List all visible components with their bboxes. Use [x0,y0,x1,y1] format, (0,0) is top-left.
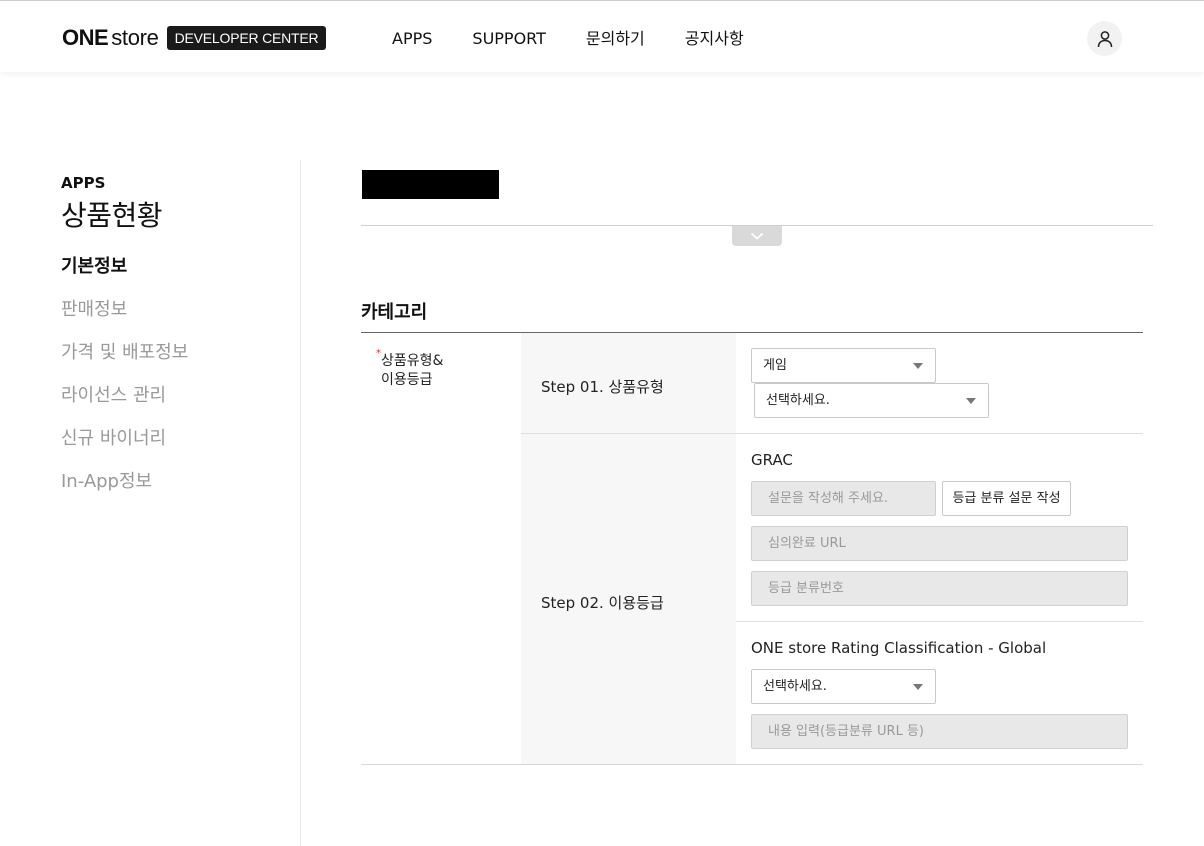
chevron-down-icon [750,232,764,240]
rating-survey-button[interactable]: 등급 분류 설문 작성 [942,481,1071,516]
genre-value: 선택하세요. [766,393,830,408]
row-label-line1: 상품유형& [381,353,444,369]
logo-one-text: ONE [62,25,109,50]
developer-center-badge: DEVELOPER CENTER [166,26,327,50]
sidebar-menu: 기본정보 판매정보 가격 및 배포정보 라이선스 관리 신규 바이너리 In-A… [61,256,188,514]
sidebar: APPS 상품현황 기본정보 판매정보 가격 및 배포정보 라이선스 관리 신규… [61,174,188,514]
section-divider [361,332,1143,333]
genre-select[interactable]: 선택하세요. [754,383,989,418]
product-type-select[interactable]: 게임 [751,348,936,383]
caret-down-icon [913,684,923,690]
sidebar-item-basic-info[interactable]: 기본정보 [61,256,188,299]
main-nav: APPS SUPPORT 문의하기 공지사항 [392,28,784,50]
sidebar-item-price-distribution[interactable]: 가격 및 배포정보 [61,342,188,385]
sidebar-divider [300,160,301,846]
top-header: ONE store DEVELOPER CENTER APPS SUPPORT … [0,0,1204,72]
nav-support[interactable]: SUPPORT [472,28,545,50]
step1-label: Step 01. 상품유형 [541,378,664,396]
step2-label: Step 02. 이용등급 [541,594,664,612]
global-rating-value: 선택하세요. [763,679,827,694]
product-type-rating-label: 상품유형& 이용등급 [381,352,443,390]
nav-inquiry[interactable]: 문의하기 [586,28,645,50]
sidebar-item-new-binary[interactable]: 신규 바이너리 [61,428,188,471]
onestore-logo[interactable]: ONE store DEVELOPER CENTER [62,25,327,51]
grac-global-divider [736,621,1143,622]
row-label-line2: 이용등급 [381,372,433,388]
caret-down-icon [913,363,923,369]
review-url-field: 심의완료 URL [751,526,1128,561]
caret-down-icon [966,398,976,404]
global-rating-title: ONE store Rating Classification - Global [751,639,1047,657]
user-icon [1097,30,1112,47]
step-label-column [521,333,736,764]
sidebar-item-sales-info[interactable]: 판매정보 [61,299,188,342]
collapse-toggle-button[interactable] [732,226,782,246]
nav-notice[interactable]: 공지사항 [685,28,744,50]
global-rating-select[interactable]: 선택하세요. [751,669,936,704]
sidebar-item-license[interactable]: 라이선스 관리 [61,385,188,428]
product-type-value: 게임 [763,358,787,373]
grac-title: GRAC [751,451,793,469]
redacted-app-title [362,170,499,199]
rating-content-field: 내용 입력(등급분류 URL 등) [751,714,1128,749]
nav-apps[interactable]: APPS [392,28,432,50]
sidebar-section-label: APPS [61,174,106,192]
user-account-button[interactable] [1087,21,1122,56]
rating-number-field: 등급 분류번호 [751,571,1128,606]
survey-field: 설문을 작성해 주세요. [751,481,936,516]
step-divider [521,433,1143,434]
sidebar-item-in-app[interactable]: In-App정보 [61,471,188,514]
category-section-title: 카테고리 [361,302,428,323]
sidebar-page-title: 상품현황 [61,199,163,232]
logo-store-text: store [111,25,159,50]
section-bottom-divider [361,764,1143,765]
